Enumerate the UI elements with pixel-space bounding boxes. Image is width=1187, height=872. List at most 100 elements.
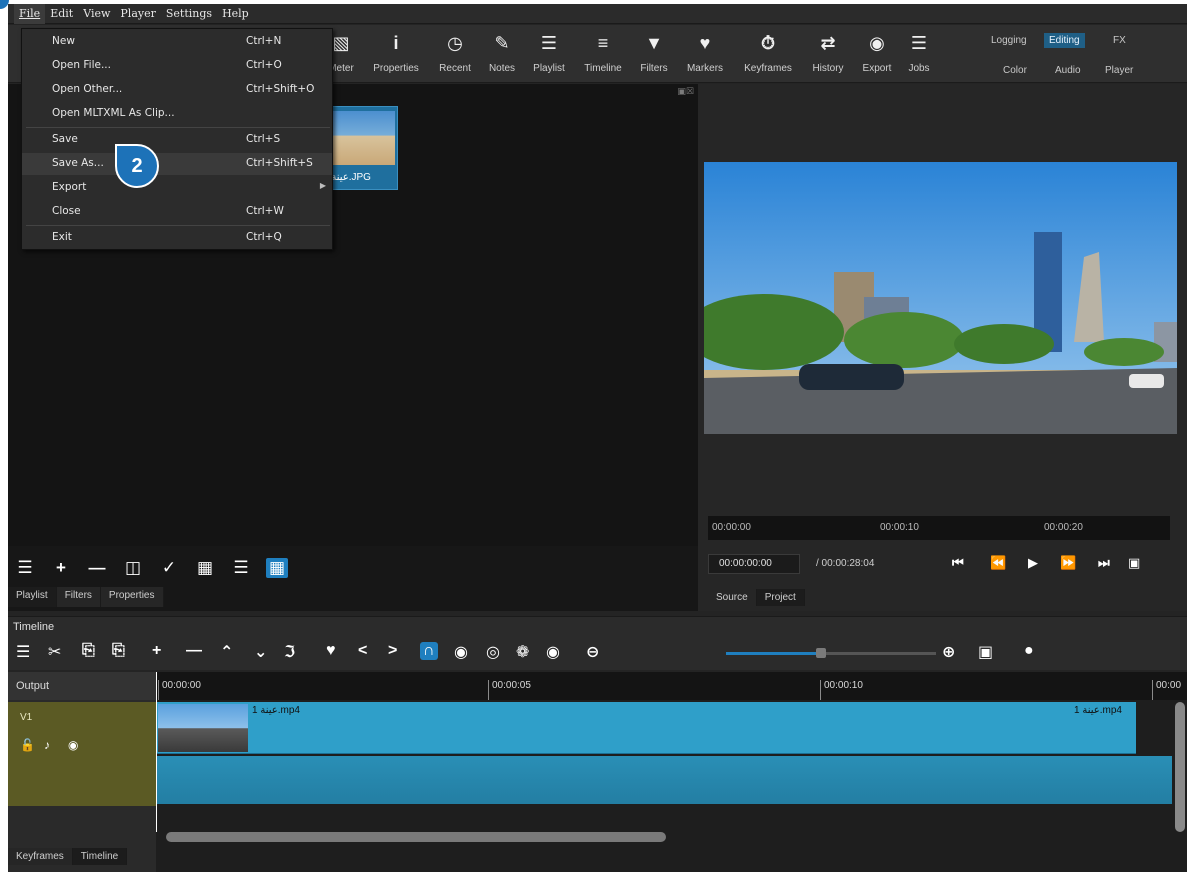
- playlist-check-icon[interactable]: ✓: [158, 558, 180, 578]
- toolbar-playlist-button[interactable]: ☰ Playlist: [529, 31, 569, 74]
- timeline-clip[interactable]: عينة 1.mp4 عينة 1.mp4: [156, 702, 1136, 754]
- disc-icon: ◉: [869, 33, 885, 53]
- tab-keyframes[interactable]: Keyframes: [8, 848, 73, 865]
- tab-filters[interactable]: Filters: [56, 587, 101, 607]
- playlist-menu-icon[interactable]: ☰: [14, 558, 36, 578]
- menu-item-open-file[interactable]: Open File... Ctrl+O: [22, 55, 332, 77]
- next-marker-icon[interactable]: >: [388, 642, 397, 660]
- playhead[interactable]: [156, 672, 157, 832]
- toolbar-timeline-button[interactable]: ≡ Timeline: [580, 31, 626, 74]
- zoom-out-icon[interactable]: ⊖: [586, 642, 599, 662]
- timeline-ruler[interactable]: 00:00:00 00:00:05 00:00:10 00:00: [156, 672, 1187, 700]
- output-track-header[interactable]: Output: [8, 672, 156, 700]
- timeline-menu-icon[interactable]: ☰: [16, 642, 30, 662]
- tab-timeline[interactable]: Timeline: [72, 848, 128, 865]
- menu-player[interactable]: Player: [115, 4, 160, 24]
- menu-view[interactable]: View: [78, 4, 115, 24]
- clip-waveform-area[interactable]: [156, 756, 1172, 804]
- zoom-toggle-icon[interactable]: ▣: [1128, 555, 1140, 571]
- ruler-tc-10: 00:00:10: [820, 680, 863, 700]
- lift-icon[interactable]: ⌃: [220, 642, 233, 662]
- video-preview[interactable]: [704, 162, 1177, 434]
- menu-item-close[interactable]: Close Ctrl+W: [22, 201, 332, 223]
- timecode-field[interactable]: 00:00:00:00: [708, 554, 800, 574]
- layout-fx-button[interactable]: FX: [1108, 33, 1131, 48]
- toolbar-markers-button[interactable]: ♥ Markers: [682, 31, 728, 74]
- skip-start-icon[interactable]: ⏮: [952, 555, 964, 571]
- overwrite-icon[interactable]: ⌄: [254, 642, 267, 662]
- tab-source[interactable]: Source: [708, 589, 757, 606]
- file-menu-dropdown: New Ctrl+N Open File... Ctrl+O Open Othe…: [21, 28, 333, 250]
- v1-track-header[interactable]: V1 🔓 ♪ ◉: [8, 702, 156, 806]
- layout-editing-button[interactable]: Editing: [1044, 33, 1085, 48]
- layout-player-button[interactable]: Player: [1100, 63, 1138, 78]
- playlist-add-icon[interactable]: +: [50, 558, 72, 578]
- toolbar-export-button[interactable]: ◉ Export: [858, 31, 896, 74]
- menu-settings[interactable]: Settings: [161, 4, 217, 24]
- horizontal-scrollbar[interactable]: [166, 832, 666, 842]
- layout-audio-button[interactable]: Audio: [1050, 63, 1086, 78]
- menu-item-open-other[interactable]: Open Other... Ctrl+Shift+O: [22, 79, 332, 101]
- menu-help[interactable]: Help: [217, 4, 254, 24]
- tab-project[interactable]: Project: [756, 589, 805, 606]
- toolbar-properties-button[interactable]: i Properties: [368, 31, 424, 74]
- panel-float-close-icon[interactable]: ▣☒: [677, 86, 694, 97]
- menu-item-open-mltxml[interactable]: Open MLTXML As Clip...: [22, 103, 332, 125]
- zoom-slider[interactable]: [726, 652, 936, 655]
- menu-item-save-as[interactable]: Save As... Ctrl+Shift+S: [22, 153, 332, 175]
- mute-icon[interactable]: ♪: [44, 738, 50, 752]
- zoom-in-icon[interactable]: ⊕: [942, 642, 955, 662]
- timeline-title: Timeline: [8, 616, 1187, 636]
- menu-item-save[interactable]: Save Ctrl+S: [22, 129, 332, 151]
- paste-icon[interactable]: ⎘: [112, 642, 125, 660]
- skip-end-icon[interactable]: ⏭: [1098, 555, 1110, 571]
- scrub-drag-icon[interactable]: ◉: [454, 642, 468, 662]
- zoom-slider-handle[interactable]: [816, 648, 826, 658]
- timeline-toolbar: ☰ ✂ ⎘ ⎘ + — ⌃ ⌄ ℑ ♥ < > ∩ ◉ ◎ ❁ ◉ ⊖ ⊕ ▣ …: [8, 636, 1187, 670]
- copy-icon[interactable]: ⎘: [82, 642, 95, 660]
- transport-controls: 00:00:00:00 / 00:00:28:04 ⏮ ⏪ ▶ ⏩ ⏭ ▣: [708, 554, 1178, 576]
- previous-marker-icon[interactable]: <: [358, 642, 367, 660]
- zoom-fit-icon[interactable]: ▣: [978, 642, 993, 662]
- playlist-list-icon[interactable]: ☰: [230, 558, 252, 578]
- toolbar-history-button[interactable]: ⇄ History: [808, 31, 848, 74]
- marker-icon[interactable]: ♥: [326, 642, 336, 660]
- rewind-icon[interactable]: ⏪: [990, 555, 1006, 571]
- timeline-tracks[interactable]: 00:00:00 00:00:05 00:00:10 00:00 عينة 1.…: [156, 672, 1187, 872]
- clip-thumbnail: [323, 111, 395, 165]
- split-icon[interactable]: ℑ: [284, 642, 295, 662]
- snap-icon[interactable]: ∩: [420, 642, 438, 660]
- layout-logging-button[interactable]: Logging: [986, 33, 1032, 48]
- ripple-markers-icon[interactable]: ◉: [546, 642, 560, 662]
- toolbar-filters-button[interactable]: ▼ Filters: [636, 31, 672, 74]
- append-icon[interactable]: +: [152, 642, 161, 660]
- playlist-remove-icon[interactable]: —: [86, 558, 108, 578]
- cut-icon[interactable]: ✂: [48, 642, 61, 662]
- record-audio-icon[interactable]: ●: [1024, 642, 1034, 660]
- menu-file[interactable]: File: [14, 4, 46, 24]
- tab-properties[interactable]: Properties: [100, 587, 164, 607]
- playlist-grid-icon[interactable]: ▦: [266, 558, 288, 578]
- ripple-icon[interactable]: ◎: [486, 642, 500, 662]
- ripple-all-icon[interactable]: ❁: [516, 642, 529, 662]
- playlist-details-icon[interactable]: ▦: [194, 558, 216, 578]
- lock-icon[interactable]: 🔓: [20, 738, 35, 752]
- toolbar-jobs-button[interactable]: ☰ Jobs: [904, 31, 934, 74]
- viewer-tabs: Source Project: [708, 589, 805, 606]
- toolbar-notes-button[interactable]: ✎ Notes: [486, 31, 518, 74]
- vertical-scrollbar[interactable]: [1175, 702, 1185, 832]
- play-icon[interactable]: ▶: [1028, 555, 1038, 571]
- tab-playlist[interactable]: Playlist: [8, 587, 57, 607]
- menu-edit[interactable]: Edit: [45, 4, 78, 24]
- fast-forward-icon[interactable]: ⏩: [1060, 555, 1076, 571]
- menu-item-exit[interactable]: Exit Ctrl+Q: [22, 227, 332, 249]
- eye-icon[interactable]: ◉: [68, 738, 78, 752]
- toolbar-recent-button[interactable]: ◷ Recent: [436, 31, 474, 74]
- menu-item-export[interactable]: Export ▶: [22, 177, 332, 199]
- menu-item-new[interactable]: New Ctrl+N: [22, 31, 332, 53]
- viewer-scrubber[interactable]: 00:00:00 00:00:10 00:00:20: [708, 516, 1170, 540]
- layout-color-button[interactable]: Color: [998, 63, 1032, 78]
- toolbar-keyframes-button[interactable]: ⏱ Keyframes: [738, 31, 798, 74]
- remove-icon[interactable]: —: [186, 642, 202, 660]
- playlist-update-icon[interactable]: ◫: [122, 558, 144, 578]
